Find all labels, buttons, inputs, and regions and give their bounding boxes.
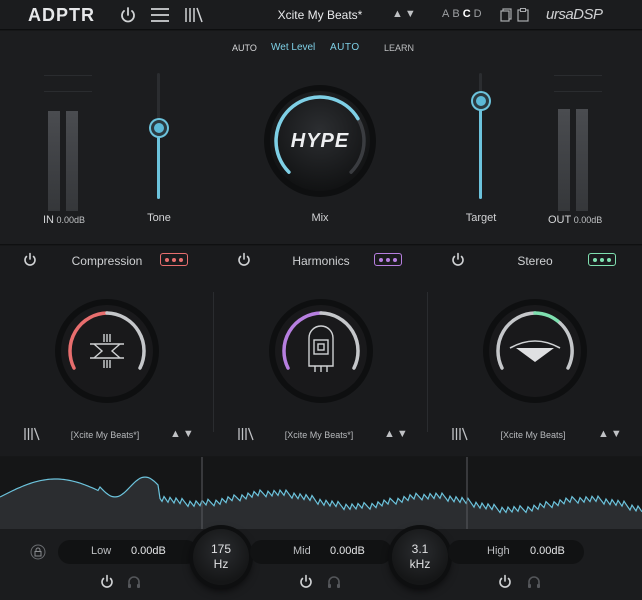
low-band-box[interactable] [58,540,198,564]
harmonics-module: Harmonics [Xcite My Beats*] ▲▼ [214,246,428,456]
compression-preset[interactable]: [Xcite My Beats*] [40,430,170,440]
copy-icon[interactable] [500,8,512,22]
target-slider-thumb[interactable] [473,92,489,109]
mid-headphones-icon[interactable] [326,574,342,590]
mid-label: Mid [293,545,311,557]
out-label: OUT [548,214,572,226]
adptr-logo: ADPTR [28,5,95,25]
stereo-preset-arrows[interactable]: ▲▼ [598,428,624,440]
compression-library-icon[interactable] [24,427,40,441]
main-section: AUTO Wet Level AUTO LEARN IN 0.00dB Tone… [0,31,642,245]
slot-d[interactable]: D [474,8,485,20]
slot-b[interactable]: B [452,8,462,20]
crossover-low-unit: Hz [213,557,229,571]
in-value: 0.00dB [56,215,86,225]
high-headphones-icon[interactable] [526,574,542,590]
compression-more-button[interactable] [160,253,188,266]
low-headphones-icon[interactable] [126,574,142,590]
crossover-low-knob[interactable]: 175 Hz [193,529,249,585]
target-label: Target [465,212,497,224]
lock-icon[interactable] [30,544,46,560]
mid-band-box[interactable] [250,540,392,564]
harmonics-preset[interactable]: [Xcite My Beats*] [254,430,384,440]
paste-icon[interactable] [517,8,529,22]
mid-value[interactable]: 0.00dB [330,545,365,557]
ab-slots: ABCD [442,8,485,20]
tone-slider-fill [157,128,160,199]
in-label: IN [43,214,54,226]
menu-icon[interactable] [150,6,170,24]
library-icon[interactable] [184,6,204,24]
high-power-icon[interactable] [497,574,513,590]
preset-name[interactable]: Xcite My Beats* [250,8,390,22]
low-label: Low [91,545,112,557]
brand-logo: ursaDSP [546,6,603,23]
high-label: High [487,545,510,557]
harmonics-library-icon[interactable] [238,427,254,441]
mix-label: Mix [311,212,329,224]
auto-right-button[interactable]: AUTO [330,42,360,53]
modules-section: Compression [Xcite My Beats*] ▲▼ Harmoni… [0,246,642,456]
harmonics-knob[interactable] [266,296,376,406]
spectrum-analyzer [0,457,642,529]
hype-text: HYPE [291,130,349,152]
stereo-preset[interactable]: [Xcite My Beats] [468,430,598,440]
mix-knob[interactable]: HYPE [262,83,378,199]
low-power-icon[interactable] [99,574,115,590]
tone-label: Tone [147,212,171,224]
power-icon[interactable] [118,6,138,24]
stereo-module: Stereo [Xcite My Beats] ▲▼ [428,246,642,456]
crossover-high-value: 3.1 [411,542,429,556]
input-meter [44,71,92,211]
crossover-high-unit: kHz [409,557,431,571]
compression-knob[interactable] [52,296,162,406]
top-bar: ADPTR Xcite My Beats* ▲▼ ABCD ursaDSP [0,0,642,30]
crossover-high-knob[interactable]: 3.1 kHz [392,529,448,585]
spectrum-display [0,457,642,529]
stereo-library-icon[interactable] [452,427,468,441]
preset-nav-arrows[interactable]: ▲▼ [392,8,418,20]
stereo-knob[interactable] [480,296,590,406]
slot-c[interactable]: C [463,8,474,20]
slot-a[interactable]: A [442,8,452,20]
mid-power-icon[interactable] [298,574,314,590]
auto-left-button[interactable]: AUTO [232,43,257,53]
output-meter-label: OUT 0.00dB [548,214,602,226]
low-value[interactable]: 0.00dB [131,545,166,557]
crossover-low-value: 175 [210,542,232,556]
target-slider-fill [479,100,482,199]
compression-preset-arrows[interactable]: ▲▼ [170,428,196,440]
out-value: 0.00dB [573,215,603,225]
harmonics-more-button[interactable] [374,253,402,266]
band-controls: Low 0.00dB 175 Hz Mid 0.00dB 3.1 kHz Hig… [0,529,642,600]
tone-slider-thumb[interactable] [151,120,167,137]
stereo-more-button[interactable] [588,253,616,266]
compression-module: Compression [Xcite My Beats*] ▲▼ [0,246,214,456]
input-meter-label: IN 0.00dB [43,214,85,226]
high-value[interactable]: 0.00dB [530,545,565,557]
wet-level-toggle[interactable]: Wet Level [271,42,315,53]
learn-button[interactable]: LEARN [384,43,414,53]
output-meter [554,71,602,211]
harmonics-preset-arrows[interactable]: ▲▼ [384,428,410,440]
